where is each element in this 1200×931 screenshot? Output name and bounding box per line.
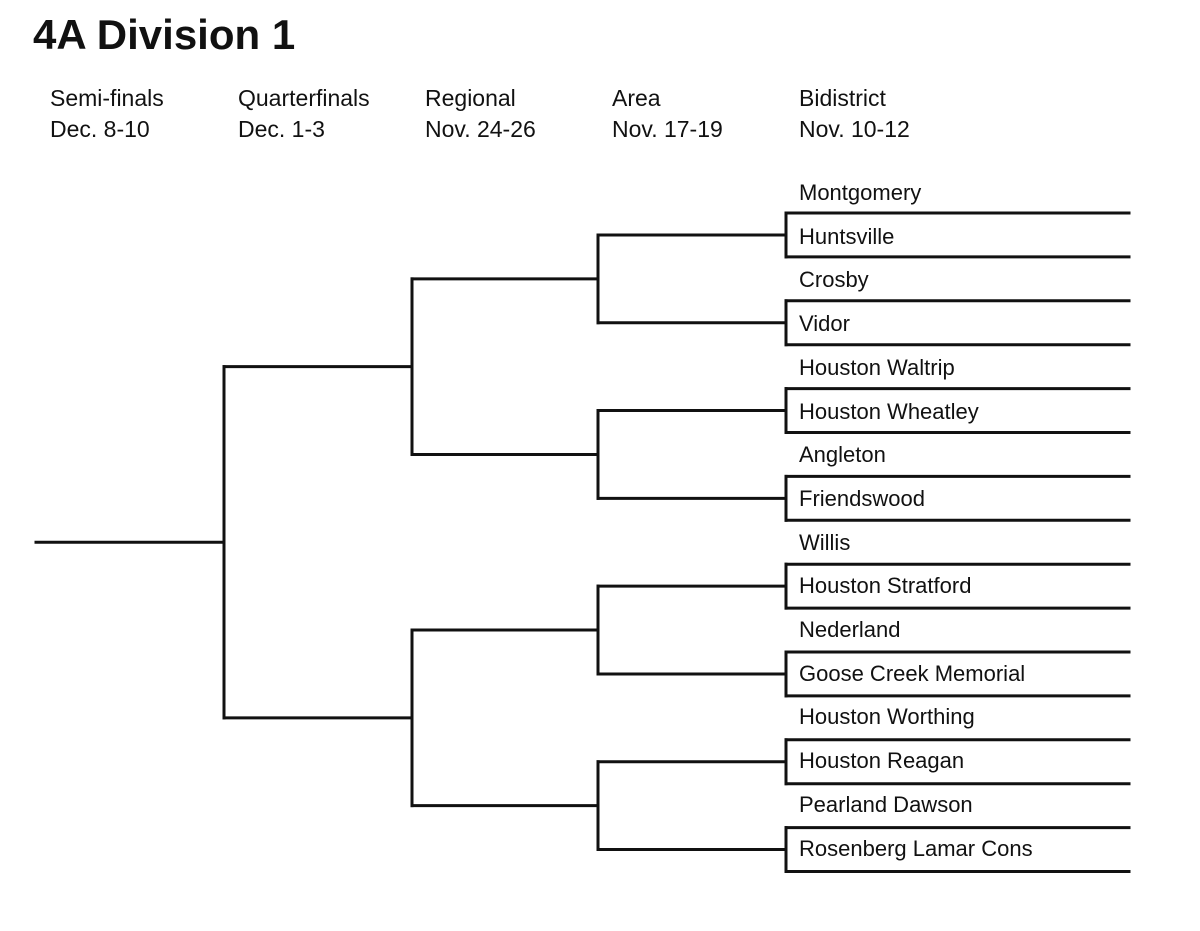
team-label: Pearland Dawson	[799, 791, 973, 817]
team-label: Crosby	[799, 267, 869, 293]
team-label: Angleton	[799, 442, 886, 468]
team-label: Willis	[799, 529, 851, 555]
team-label: Houston Worthing	[799, 704, 975, 730]
team-label: Montgomery	[799, 180, 922, 205]
team-label: Vidor	[799, 311, 850, 337]
team-label: Houston Stratford	[799, 573, 972, 599]
team-label: Huntsville	[799, 223, 895, 249]
bracket-lines	[34, 211, 1131, 873]
team-label: Houston Waltrip	[799, 354, 955, 380]
team-label: Rosenberg Lamar Cons	[799, 835, 1033, 861]
team-label: Houston Reagan	[799, 748, 965, 774]
team-label: Goose Creek Memorial	[799, 660, 1026, 686]
team-label: Friendswood	[799, 485, 925, 511]
team-label: Houston Wheatley	[799, 398, 979, 424]
team-label: Nederland	[799, 617, 901, 642]
